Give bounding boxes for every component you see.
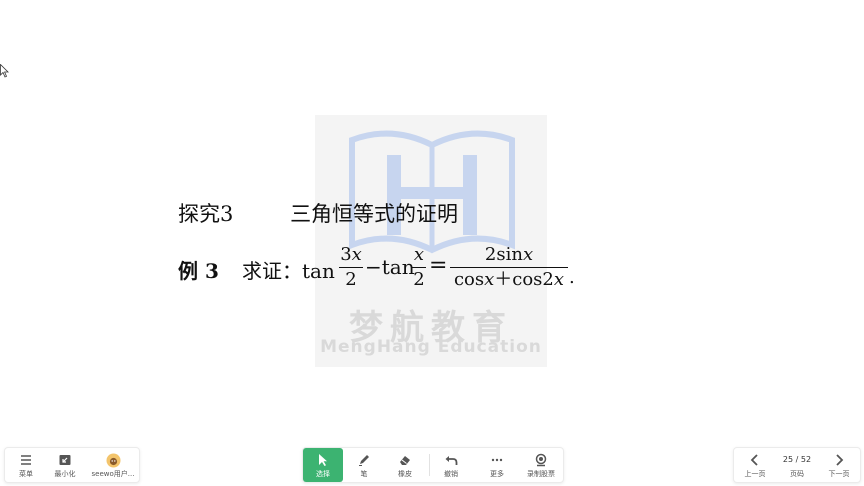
toolbar-center: 选择 笔 橡皮 撤销 更多 录制股票 — [302, 447, 564, 483]
period: . — [569, 267, 575, 288]
eraser-icon — [400, 456, 410, 465]
eraser-tool-button[interactable]: 橡皮 — [385, 448, 425, 482]
watermark-brand-en: MengHang Education — [320, 337, 542, 357]
more-label: 更多 — [490, 470, 504, 478]
page-number-button[interactable]: 25 / 52 页码 — [778, 448, 816, 482]
undo-icon — [445, 456, 458, 465]
menu-label: 菜单 — [19, 470, 33, 478]
pointer-cursor-icon — [0, 64, 9, 78]
more-button[interactable]: 更多 — [477, 448, 517, 482]
explore-heading: 探究3 三角恒等式的证明 — [178, 198, 458, 228]
example-label: 例 3 — [178, 259, 219, 283]
menu-button[interactable]: 菜单 — [7, 448, 45, 482]
chevron-left-icon — [750, 454, 758, 466]
minimize-button[interactable]: 最小化 — [45, 448, 85, 482]
record-label: 录制股票 — [527, 470, 555, 478]
minus-tan-text: −tan — [365, 255, 415, 279]
more-dots-icon — [491, 458, 503, 462]
record-button[interactable]: 录制股票 — [521, 448, 561, 482]
prove-text: 求证：tan — [242, 259, 335, 283]
undo-label: 撤销 — [444, 470, 458, 478]
eraser-label: 橡皮 — [398, 470, 412, 478]
fraction-rhs: 2sinx cosx＋cos2x — [450, 243, 568, 292]
record-icon — [535, 453, 547, 467]
fraction-3x-over-2: 3x 2 — [339, 244, 363, 290]
prev-page-label: 上一页 — [744, 470, 766, 478]
pen-icon — [359, 455, 369, 466]
select-tool-button[interactable]: 选择 — [303, 448, 343, 482]
menu-icon — [21, 455, 31, 465]
user-button[interactable]: seewo用户... — [89, 448, 137, 482]
page-indicator: 25 / 52 — [782, 455, 812, 464]
user-label: seewo用户... — [91, 470, 135, 478]
toolbar-right: 上一页 25 / 52 页码 下一页 — [733, 447, 861, 483]
undo-button[interactable]: 撤销 — [431, 448, 471, 482]
fraction-x-over-2: x 2 — [412, 244, 426, 290]
next-page-button[interactable]: 下一页 — [820, 448, 858, 482]
pen-label: 笔 — [360, 470, 368, 478]
prev-page-button[interactable]: 上一页 — [736, 448, 774, 482]
equals-sign: = — [429, 253, 448, 278]
explore-title: 三角恒等式的证明 — [290, 202, 459, 226]
minimize-label: 最小化 — [54, 470, 76, 478]
avatar-icon — [106, 453, 120, 468]
toolbar-left: 菜单 最小化 seewo用户... — [4, 447, 140, 483]
pen-tool-button[interactable]: 笔 — [345, 448, 383, 482]
select-label: 选择 — [316, 470, 330, 478]
toolbar-separator — [429, 454, 430, 476]
next-page-label: 下一页 — [828, 470, 850, 478]
minimize-icon — [59, 455, 71, 465]
explore-label: 探究3 — [178, 202, 234, 226]
chevron-right-icon — [836, 454, 844, 466]
select-arrow-icon — [319, 454, 327, 466]
watermark: 梦航教育 MengHang Education — [315, 115, 547, 367]
page-label: 页码 — [790, 470, 804, 478]
